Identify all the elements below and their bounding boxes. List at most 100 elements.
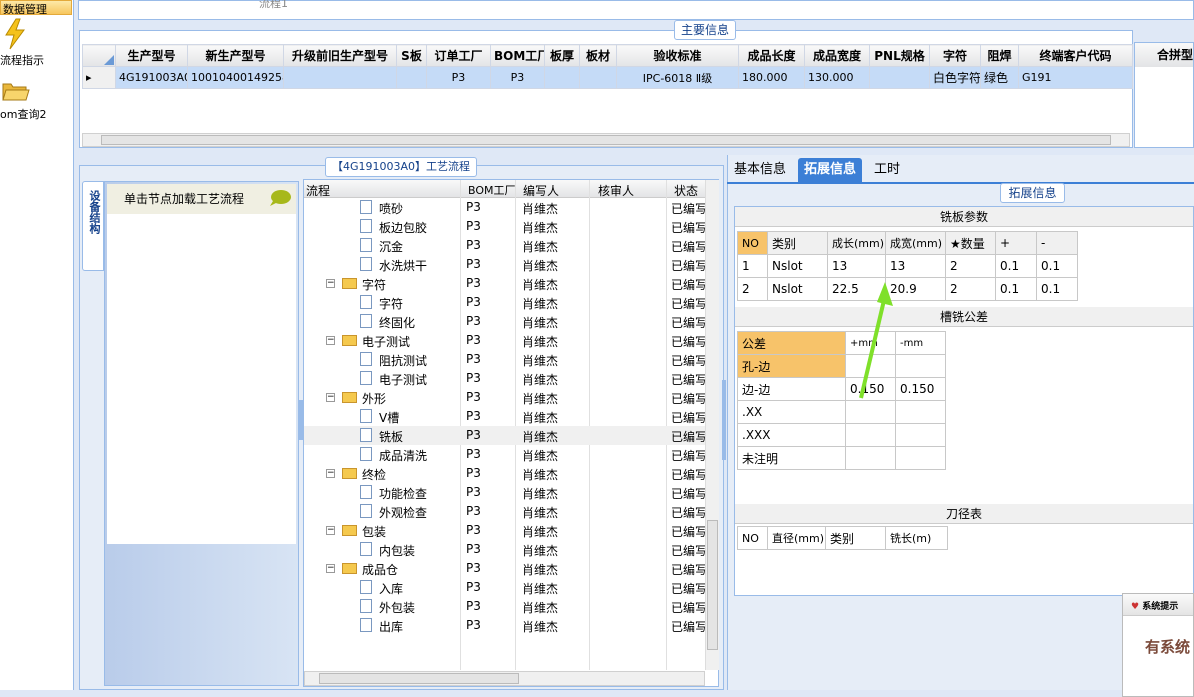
list-item[interactable]: 字符 P3 肖维杰 已编写 — [304, 293, 705, 312]
table-cell[interactable]: 4G191003A0 — [115, 66, 188, 89]
list-item[interactable]: 入库 P3 肖维杰 已编写 — [304, 578, 705, 597]
table-cell[interactable] — [579, 66, 617, 89]
column-header[interactable]: BOM工厂 — [490, 44, 545, 67]
table-cell[interactable]: 0.1 — [995, 254, 1037, 278]
list-item[interactable]: 终固化 P3 肖维杰 已编写 — [304, 312, 705, 331]
table-cell[interactable] — [283, 66, 397, 89]
column-header[interactable]: 验收标准 — [616, 44, 739, 67]
process-vscrollbar[interactable] — [705, 180, 719, 670]
column-header[interactable]: BOM工厂 — [468, 182, 516, 198]
list-item[interactable]: − 外形 P3 肖维杰 已编写 — [304, 388, 705, 407]
system-popup[interactable]: ♥ 系统提示 有系统 — [1122, 593, 1194, 697]
table-cell[interactable] — [895, 354, 946, 378]
table-cell[interactable]: 2 — [945, 277, 996, 301]
column-header[interactable]: 生产型号 — [115, 44, 188, 67]
list-item[interactable]: − 成品仓 P3 肖维杰 已编写 — [304, 559, 705, 578]
list-item[interactable]: − 字符 P3 肖维杰 已编写 — [304, 274, 705, 293]
table-cell[interactable]: 绿色 — [980, 66, 1019, 89]
column-header[interactable]: 编写人 — [523, 182, 559, 199]
column-header[interactable]: 流程 — [306, 182, 330, 199]
table-row[interactable]: .XX — [737, 400, 946, 424]
table-row[interactable]: 孔-边 — [737, 354, 946, 378]
scroll-thumb[interactable] — [101, 135, 1111, 145]
table-cell[interactable]: 2 — [945, 254, 996, 278]
list-item[interactable]: 沉金 P3 肖维杰 已编写 — [304, 236, 705, 255]
list-item[interactable]: 电子测试 P3 肖维杰 已编写 — [304, 369, 705, 388]
table-cell[interactable]: 0.1 — [1036, 277, 1078, 301]
column-header[interactable]: 成品宽度 — [804, 44, 870, 67]
table-cell[interactable] — [895, 400, 946, 424]
table-cell[interactable]: Nslot — [767, 277, 828, 301]
table-cell[interactable]: .XX — [737, 400, 846, 424]
table-cell[interactable] — [845, 423, 896, 447]
collapse-icon[interactable]: − — [326, 279, 335, 288]
collapse-icon[interactable]: − — [326, 469, 335, 478]
list-item[interactable]: 阻抗测试 P3 肖维杰 已编写 — [304, 350, 705, 369]
table-cell[interactable]: Nslot — [767, 254, 828, 278]
vertical-tab-device[interactable]: 设备结构 — [82, 181, 104, 271]
collapse-icon[interactable]: − — [326, 393, 335, 402]
table-cell[interactable] — [396, 66, 427, 89]
table-cell[interactable]: IPC-6018 Ⅱ级 — [616, 66, 739, 89]
nav-title[interactable]: 数据管理 — [0, 0, 72, 15]
list-item[interactable]: 铣板 P3 肖维杰 已编写 — [304, 426, 705, 445]
table-cell[interactable]: 13 — [827, 254, 886, 278]
table-cell[interactable] — [869, 66, 930, 89]
list-item[interactable]: 外观检查 P3 肖维杰 已编写 — [304, 502, 705, 521]
table-cell[interactable]: G191 — [1018, 66, 1133, 89]
table-cell[interactable]: 0.150 — [895, 377, 946, 401]
table-cell[interactable]: P3 — [426, 66, 491, 89]
list-item[interactable]: 出库 P3 肖维杰 已编写 — [304, 616, 705, 635]
collapse-icon[interactable]: − — [326, 564, 335, 573]
column-header[interactable]: 成品长度 — [738, 44, 805, 67]
tab-work-hours[interactable]: 工时 — [868, 158, 906, 182]
table-row[interactable]: .XXX — [737, 423, 946, 447]
table-cell[interactable]: 白色字符 — [929, 66, 981, 89]
table-row[interactable]: 边-边 0.150 0.150 — [737, 377, 946, 401]
table-row[interactable]: 1 Nslot 13 13 2 0.1 0.1 — [737, 254, 1078, 278]
table-cell[interactable]: 0.1 — [995, 277, 1037, 301]
table-cell[interactable]: 1 — [737, 254, 768, 278]
folder-open-icon[interactable] — [2, 80, 30, 102]
table-cell[interactable]: P3 — [490, 66, 545, 89]
nav-item-process[interactable]: 流程指示 — [0, 52, 72, 68]
list-item[interactable]: 水洗烘干 P3 肖维杰 已编写 — [304, 255, 705, 274]
column-header[interactable]: 板厚 — [544, 44, 580, 67]
list-item[interactable]: 板边包胶 P3 肖维杰 已编写 — [304, 217, 705, 236]
lightning-icon[interactable] — [2, 18, 28, 50]
list-item[interactable]: V槽 P3 肖维杰 已编写 — [304, 407, 705, 426]
list-item[interactable]: 功能检查 P3 肖维杰 已编写 — [304, 483, 705, 502]
table-cell[interactable]: 边-边 — [737, 377, 846, 401]
table-cell[interactable]: 10010400149258 — [187, 66, 284, 89]
column-header[interactable]: 升级前旧生产型号 — [283, 44, 397, 67]
table-cell[interactable]: .XXX — [737, 423, 846, 447]
list-item[interactable]: 喷砂 P3 肖维杰 已编写 — [304, 198, 705, 217]
table-cell[interactable] — [544, 66, 580, 89]
tab-extended-info[interactable]: 拓展信息 — [798, 158, 863, 182]
process-hscrollbar[interactable] — [304, 671, 705, 686]
list-item[interactable]: 内包装 P3 肖维杰 已编写 — [304, 540, 705, 559]
table-cell[interactable] — [845, 400, 896, 424]
table-cell[interactable]: 未注明 — [737, 446, 846, 470]
column-header[interactable]: 阻焊 — [980, 44, 1019, 67]
list-item[interactable]: 外包装 P3 肖维杰 已编写 — [304, 597, 705, 616]
table-cell[interactable]: 180.000 — [738, 66, 805, 89]
column-header[interactable]: 终端客户代码 — [1018, 44, 1133, 67]
table-cell[interactable]: 孔-边 — [737, 354, 846, 378]
column-header[interactable]: PNL规格 — [869, 44, 930, 67]
table-cell[interactable] — [895, 446, 946, 470]
column-header[interactable]: 订单工厂 — [426, 44, 491, 67]
merge-header[interactable]: 合拼型 — [1135, 43, 1193, 67]
list-item[interactable]: − 包装 P3 肖维杰 已编写 — [304, 521, 705, 540]
table-row[interactable]: 2 Nslot 22.5 20.9 2 0.1 0.1 — [737, 277, 1078, 301]
scroll-thumb[interactable] — [319, 673, 519, 684]
collapse-icon[interactable]: − — [326, 336, 335, 345]
list-item[interactable]: − 电子测试 P3 肖维杰 已编写 — [304, 331, 705, 350]
table-row[interactable]: 未注明 — [737, 446, 946, 470]
column-header[interactable]: 字符 — [929, 44, 981, 67]
nav-item-bom-query[interactable]: om查询2 — [0, 106, 72, 122]
column-header[interactable]: S板 — [396, 44, 427, 67]
table-cell[interactable] — [845, 446, 896, 470]
main-info-hscrollbar[interactable] — [82, 133, 1130, 147]
table-cell[interactable]: 2 — [737, 277, 768, 301]
